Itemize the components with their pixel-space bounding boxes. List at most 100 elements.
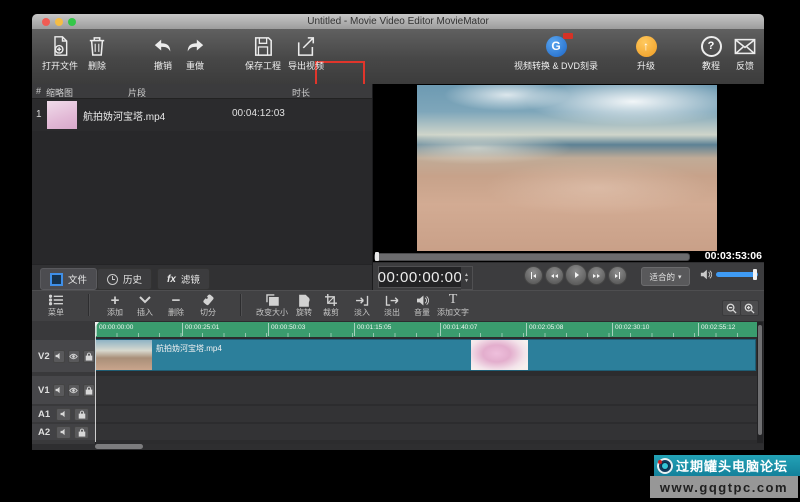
media-list-row[interactable]: 1 航拍妫河宝塔.mp4 00:04:12:03: [32, 99, 372, 131]
media-thumbnail: [47, 101, 77, 129]
panel-tabs-bar: 文件 历史 fx 滤镜: [32, 264, 372, 291]
playhead-marker[interactable]: [95, 322, 99, 327]
files-tab-icon: [50, 272, 63, 286]
skip-end-icon: [614, 273, 618, 278]
track-lane-v1[interactable]: [95, 376, 757, 404]
fade-out-button[interactable]: 淡出: [384, 293, 400, 317]
insert-label: 插入: [137, 308, 153, 317]
rotate-button[interactable]: 旋转: [296, 293, 312, 317]
remove-button[interactable]: − 删除: [168, 291, 184, 318]
ruler-tick: 00:00:00:00: [96, 323, 133, 336]
delete-button[interactable]: 删除: [65, 33, 129, 79]
track-header-a1: A1: [32, 406, 95, 422]
toolbar-separator: [88, 294, 90, 316]
column-thumbnail: 缩略图: [46, 88, 74, 98]
insert-button[interactable]: 插入: [137, 293, 153, 317]
crop-label: 裁剪: [323, 308, 339, 317]
seek-handle[interactable]: [375, 252, 379, 261]
chevron-down-icon: ▾: [678, 273, 682, 281]
upgrade-button[interactable]: ↑ 升级: [614, 33, 678, 79]
zoom-mode-value: 适合的: [649, 271, 675, 282]
zoom-out-button[interactable]: [722, 300, 741, 316]
row-index: 1: [36, 109, 42, 120]
convert-dvd-button[interactable]: G 视频转换 & DVD刻录: [491, 32, 621, 79]
add-text-label: 添加文字: [437, 308, 469, 317]
eye-icon[interactable]: [67, 349, 80, 363]
timecode-display[interactable]: 00:00:00:00: [378, 266, 462, 288]
menu-icon: [48, 293, 64, 307]
tab-filters[interactable]: fx 滤镜: [157, 268, 210, 290]
volume-handle[interactable]: [753, 269, 757, 280]
mute-track-icon[interactable]: [56, 407, 71, 421]
lock-icon[interactable]: [82, 349, 95, 363]
zoom-mode-dropdown[interactable]: 适合的 ▾: [641, 267, 690, 286]
tab-history[interactable]: 历史: [97, 268, 153, 290]
mail-icon: [734, 33, 756, 59]
track-lane-a2[interactable]: [95, 424, 757, 440]
redo-icon: [184, 33, 206, 59]
timeline-ruler[interactable]: 00:00:00:00 00:00:25:01 00:00:50:03 00:0…: [95, 322, 757, 337]
seek-bar[interactable]: [374, 252, 690, 261]
export-video-button[interactable]: 导出视频: [274, 33, 338, 79]
eye-icon[interactable]: [67, 383, 80, 397]
lock-icon[interactable]: [82, 383, 95, 397]
feedback-button[interactable]: 反馈: [713, 33, 777, 79]
minus-icon: −: [171, 291, 181, 309]
watermark-logo-icon: [657, 457, 673, 474]
add-text-button[interactable]: T 添加文字: [437, 292, 469, 317]
upgrade-icon: ↑: [635, 33, 657, 59]
fade-in-button[interactable]: 淡入: [354, 293, 370, 317]
play-button[interactable]: [565, 264, 587, 286]
fade-out-label: 淡出: [384, 308, 400, 317]
mute-track-icon[interactable]: [52, 349, 65, 363]
fast-forward-icon: [593, 273, 596, 278]
ruler-tick: 00:02:55:12: [698, 323, 735, 336]
redo-button[interactable]: 重做: [163, 33, 227, 79]
volume-slider[interactable]: [716, 272, 758, 277]
chevron-down-icon: [139, 293, 151, 307]
fast-forward-button[interactable]: [587, 266, 606, 285]
track-v1-label: V1: [38, 384, 50, 396]
trash-icon: [88, 33, 106, 59]
fade-in-icon: [355, 293, 369, 307]
playhead[interactable]: [95, 322, 96, 442]
track-a1-label: A1: [38, 408, 51, 420]
watermark-url-bar: www.gqgtpc.com: [650, 476, 798, 498]
split-icon: [202, 293, 215, 307]
watermark-banner: 过期罐头电脑论坛: [654, 455, 800, 476]
clip-start-thumbnail: [96, 340, 152, 370]
add-button[interactable]: + 添加: [107, 292, 123, 318]
split-button[interactable]: 切分: [200, 293, 216, 317]
media-list-header: # 缩略图 片段 时长: [32, 84, 372, 99]
fx-icon: fx: [167, 273, 176, 285]
mute-track-icon[interactable]: [56, 425, 71, 439]
timeline-clip[interactable]: 航拍妫河宝塔.mp4: [95, 339, 756, 371]
total-duration: 00:03:53:06: [704, 250, 762, 262]
lock-icon[interactable]: [74, 407, 89, 421]
tab-files[interactable]: 文件: [40, 268, 98, 290]
horizontal-scrollbar-thumb[interactable]: [95, 444, 143, 449]
volume-button[interactable]: 音量: [414, 293, 430, 317]
rewind-icon: [551, 273, 554, 278]
timecode-spinner[interactable]: ▲ ▼: [461, 266, 473, 290]
volume-icon: [416, 293, 429, 307]
skip-start-icon: [530, 272, 533, 279]
media-duration: 00:04:12:03: [232, 108, 285, 119]
rewind-button[interactable]: [545, 266, 564, 285]
column-clip: 片段: [128, 88, 147, 98]
media-name: 航拍妫河宝塔.mp4: [83, 112, 166, 123]
upgrade-label: 升级: [636, 61, 655, 71]
timeline-menu-button[interactable]: 菜单: [48, 293, 64, 317]
track-lane-a1[interactable]: [95, 406, 757, 422]
skip-to-end-button[interactable]: [608, 266, 627, 285]
crop-button[interactable]: 裁剪: [323, 293, 339, 317]
mute-track-icon[interactable]: [52, 383, 65, 397]
zoom-in-button[interactable]: [740, 300, 759, 316]
resize-button[interactable]: 改变大小: [256, 293, 288, 317]
lock-icon[interactable]: [74, 425, 89, 439]
vertical-scrollbar-thumb[interactable]: [758, 325, 762, 435]
skip-to-start-button[interactable]: [524, 266, 543, 285]
resize-label: 改变大小: [256, 308, 288, 317]
ruler-tick: 00:00:50:03: [268, 323, 305, 336]
export-icon: [296, 33, 316, 59]
